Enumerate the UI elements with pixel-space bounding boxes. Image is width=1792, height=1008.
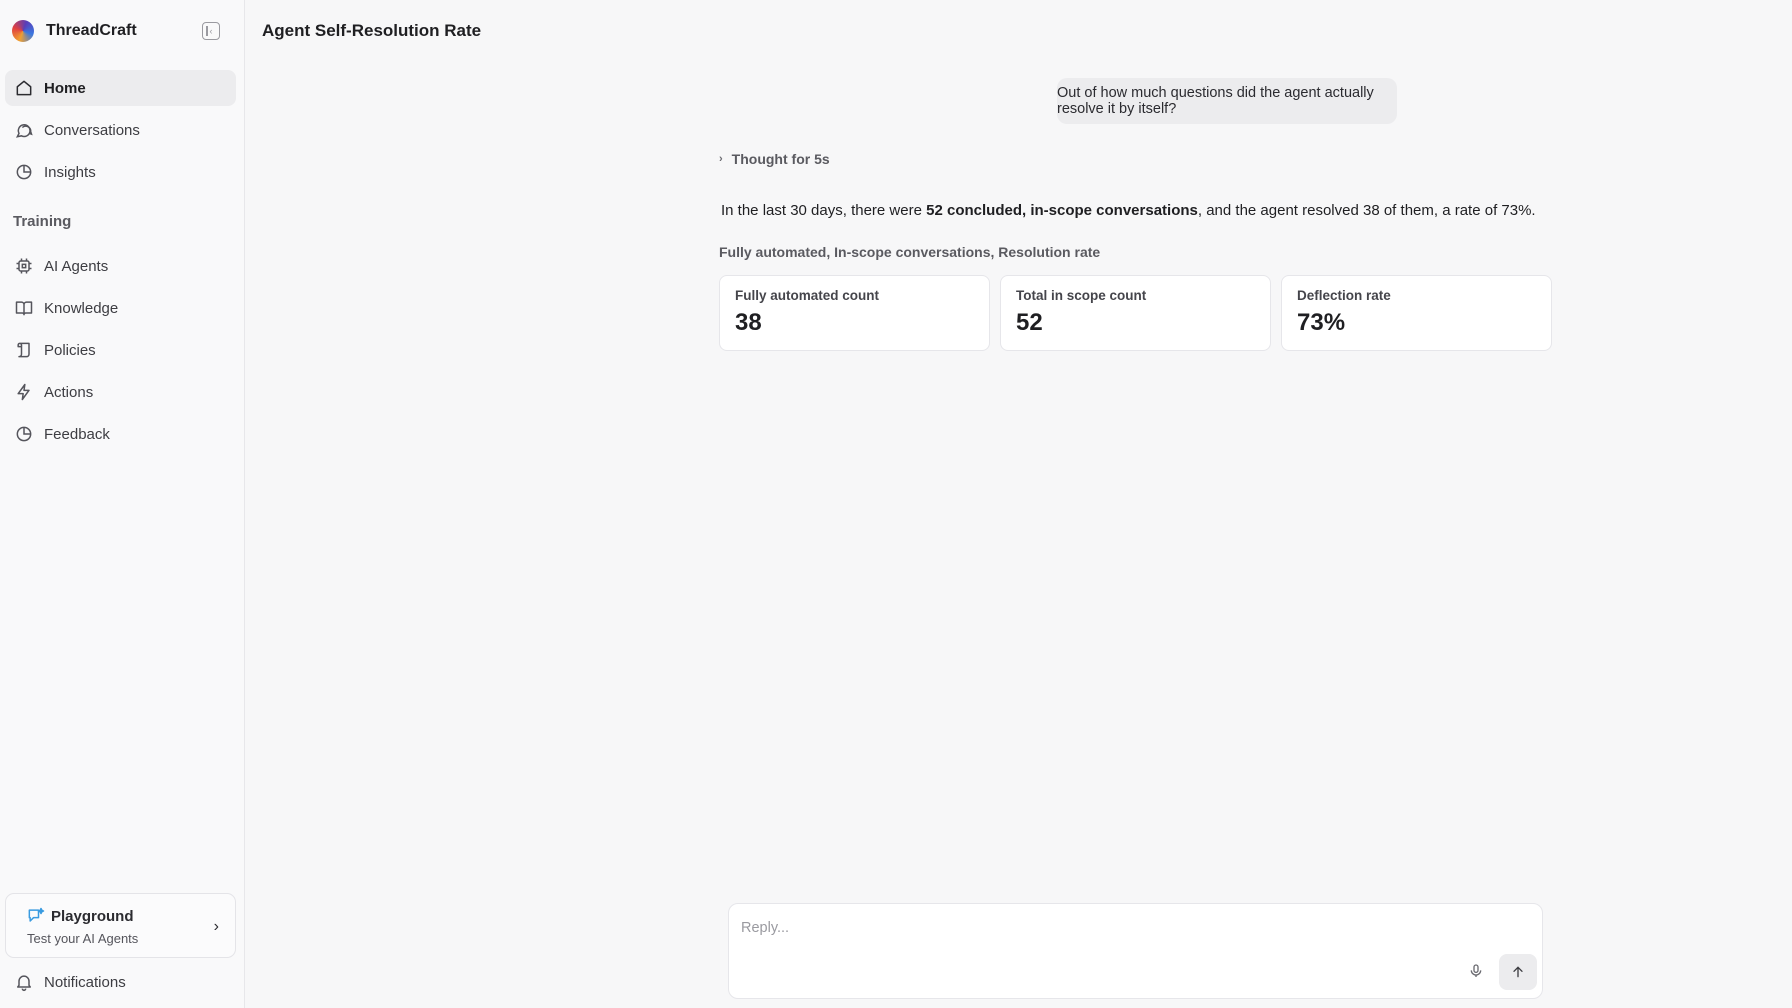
answer-prefix: In the last 30 days, there were xyxy=(721,202,927,219)
sidebar-item-home[interactable]: Home xyxy=(5,70,236,106)
metric-cards: Fully automated count 38 Total in scope … xyxy=(719,275,1552,351)
metric-value: 73% xyxy=(1297,309,1346,336)
answer-bold: 52 concluded, in-scope conversations xyxy=(926,202,1198,219)
metric-card: Deflection rate 73% xyxy=(1281,275,1552,351)
main-panel: Agent Self-Resolution Rate Out of how mu… xyxy=(245,0,1792,1008)
reply-composer xyxy=(728,903,1543,999)
user-message: Out of how much questions did the agent … xyxy=(1057,78,1397,124)
metric-card: Fully automated count 38 xyxy=(719,275,990,351)
metric-label: Deflection rate xyxy=(1297,288,1391,303)
sidebar-item-knowledge[interactable]: Knowledge xyxy=(5,290,236,326)
brand: ThreadCraft ‹ xyxy=(12,19,232,43)
metric-value: 52 xyxy=(1016,309,1043,336)
sidebar-item-label: Policies xyxy=(44,341,96,359)
sidebar-item-ai-agents[interactable]: AI Agents xyxy=(5,248,236,284)
sidebar-item-insights[interactable]: Insights xyxy=(5,154,236,190)
reply-input[interactable] xyxy=(741,916,1521,940)
chat-sparkle-icon xyxy=(26,906,46,926)
collapse-sidebar-icon[interactable]: ‹ xyxy=(202,22,220,40)
playground-subtitle: Test your AI Agents xyxy=(27,931,139,946)
sidebar-item-actions[interactable]: Actions xyxy=(5,374,236,410)
metric-label: Fully automated count xyxy=(735,288,880,303)
sidebar-item-label: Actions xyxy=(44,383,94,401)
chevron-right-icon: › xyxy=(719,153,723,165)
sidebar-item-policies[interactable]: Policies xyxy=(5,332,236,368)
chevron-right-icon: › xyxy=(213,918,219,935)
answer-suffix: , and the agent resolved 38 of them, a r… xyxy=(1197,202,1536,219)
send-button[interactable] xyxy=(1499,954,1537,990)
pie-chart-icon xyxy=(14,162,34,182)
metric-card: Total in scope count 52 xyxy=(1000,275,1271,351)
pie-chart-icon xyxy=(14,424,34,444)
chat-icon xyxy=(14,120,34,140)
sidebar-item-label: Knowledge xyxy=(44,299,119,317)
sidebar-item-label: Insights xyxy=(44,163,96,181)
sidebar-item-label: Home xyxy=(44,79,86,97)
sidebar-item-label: Conversations xyxy=(44,121,140,139)
microphone-icon[interactable] xyxy=(1466,961,1486,981)
sidebar-item-label: Feedback xyxy=(44,425,110,443)
metric-label: Total in scope count xyxy=(1016,288,1147,303)
playground-card[interactable]: Playground Test your AI Agents › xyxy=(5,893,236,958)
assistant-answer: In the last 30 days, there were 52 concl… xyxy=(721,202,1536,219)
sidebar-item-label: Notifications xyxy=(44,973,126,991)
book-icon xyxy=(14,298,34,318)
bell-icon xyxy=(14,972,34,992)
home-icon xyxy=(14,78,34,98)
thought-toggle[interactable]: › Thought for 5s xyxy=(719,151,830,167)
arrow-up-icon xyxy=(1513,966,1523,978)
brand-name: ThreadCraft xyxy=(46,22,137,39)
metrics-label: Fully automated, In-scope conversations,… xyxy=(719,244,1101,260)
metric-value: 38 xyxy=(735,309,762,336)
sidebar-item-label: AI Agents xyxy=(44,257,109,275)
cpu-icon xyxy=(14,256,34,276)
scroll-icon xyxy=(14,340,34,360)
sidebar-item-notifications[interactable]: Notifications xyxy=(5,964,236,1000)
sidebar: ThreadCraft ‹ Home Conversations Insight… xyxy=(0,0,245,1008)
lightning-icon xyxy=(14,382,34,402)
page-title: Agent Self-Resolution Rate xyxy=(262,21,482,40)
playground-title: Playground xyxy=(51,908,134,925)
sidebar-item-feedback[interactable]: Feedback xyxy=(5,416,236,452)
thought-label: Thought for 5s xyxy=(731,151,830,167)
section-label-training: Training xyxy=(13,213,72,230)
brand-logo xyxy=(12,20,34,42)
sidebar-item-conversations[interactable]: Conversations xyxy=(5,112,236,148)
